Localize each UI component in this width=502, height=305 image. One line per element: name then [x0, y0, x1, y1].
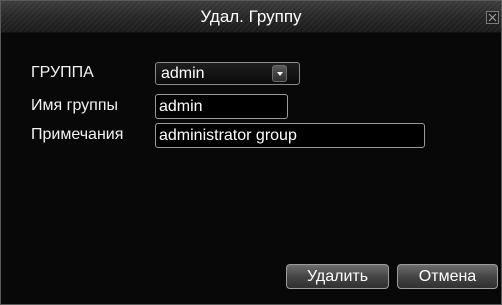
group-select-value: admin [161, 65, 205, 82]
notes-label: Примечания [31, 126, 124, 143]
dialog-titlebar: Удал. Группу [1, 1, 501, 33]
cancel-button[interactable]: Отмена [397, 264, 498, 289]
delete-button[interactable]: Удалить [286, 264, 389, 289]
delete-group-dialog: Удал. Группу ГРУППА admin Имя группы adm… [0, 0, 502, 305]
notes-field[interactable]: administrator group [155, 123, 425, 148]
group-label: ГРУППА [31, 64, 94, 81]
group-select[interactable]: admin [155, 62, 300, 85]
group-name-label: Имя группы [31, 97, 118, 114]
dialog-title: Удал. Группу [200, 7, 302, 26]
close-icon[interactable] [486, 11, 499, 24]
chevron-down-icon[interactable] [272, 65, 287, 82]
group-name-field[interactable]: admin [155, 94, 288, 119]
